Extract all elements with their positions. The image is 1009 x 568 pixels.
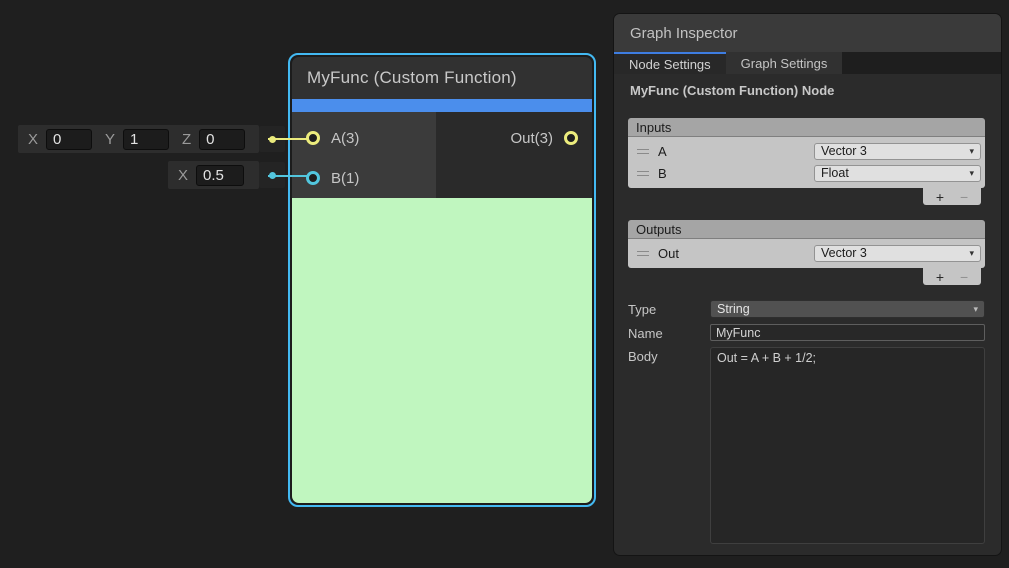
input-b-type-value: Float — [821, 166, 849, 180]
port-out-connector-icon[interactable] — [564, 131, 578, 145]
input-b-name: B — [658, 166, 805, 181]
output-ports-column: Out(3) — [436, 112, 592, 198]
inspector-tab-bar: Node Settings Graph Settings — [614, 52, 1001, 74]
outputs-list-header: Outputs — [628, 220, 985, 239]
name-label: Name — [628, 324, 710, 341]
edge-wire-a[interactable] — [268, 138, 308, 140]
function-properties: Type String ▾ Name Body Out = A + B + 1/… — [628, 300, 985, 544]
drag-handle-icon[interactable] — [637, 251, 649, 256]
remove-output-button[interactable]: − — [960, 270, 968, 284]
input-a-type-dropdown[interactable]: Vector 3 ▾ — [814, 143, 981, 160]
output-out-type-value: Vector 3 — [821, 246, 867, 260]
graph-inspector-panel: Graph Inspector Node Settings Graph Sett… — [614, 14, 1001, 555]
vector-z-group: Z — [182, 129, 249, 150]
name-input[interactable] — [710, 324, 985, 341]
vector-x-label: X — [28, 131, 38, 148]
list-item[interactable]: B Float ▾ — [632, 162, 981, 184]
vector3-value-widget: X Y Z — [18, 125, 259, 153]
inspector-title: Graph Inspector — [630, 25, 738, 42]
vector-z-label: Z — [182, 131, 191, 148]
port-b-connector-icon[interactable] — [306, 171, 320, 185]
custom-function-node[interactable]: MyFunc (Custom Function) A(3) B(1) Out(3… — [288, 53, 596, 507]
type-dropdown[interactable]: String ▾ — [710, 300, 985, 318]
selected-node-heading: MyFunc (Custom Function) Node — [630, 83, 985, 98]
drag-handle-icon[interactable] — [637, 171, 649, 176]
node-ports-area: A(3) B(1) Out(3) — [292, 112, 592, 198]
add-output-button[interactable]: + — [936, 270, 944, 284]
dropdown-arrow-icon: ▾ — [969, 249, 974, 258]
inputs-list-header: Inputs — [628, 118, 985, 137]
port-out-label: Out(3) — [510, 130, 553, 147]
vector-y-group: Y — [105, 129, 172, 150]
list-item[interactable]: Out Vector 3 ▾ — [632, 242, 981, 264]
edge-wire-b[interactable] — [268, 175, 308, 177]
drag-handle-icon[interactable] — [637, 149, 649, 154]
float-x-label: X — [178, 167, 188, 184]
port-row-b: B(1) — [292, 158, 436, 198]
float-value-widget: X — [168, 161, 259, 189]
node-selected-color-bar — [292, 99, 592, 112]
name-row: Name — [628, 324, 985, 341]
type-label: Type — [628, 300, 710, 318]
inputs-list-rows: A Vector 3 ▾ B Float ▾ — [628, 137, 985, 188]
port-a-connector-icon[interactable] — [306, 131, 320, 145]
inputs-list-footer: + − — [628, 188, 985, 205]
output-out-name: Out — [658, 246, 805, 261]
tab-graph-settings[interactable]: Graph Settings — [726, 52, 843, 74]
outputs-header-label: Outputs — [636, 222, 682, 237]
type-value: String — [717, 302, 750, 316]
inputs-list: Inputs A Vector 3 ▾ B Float ▾ — [628, 118, 985, 205]
dropdown-arrow-icon: ▾ — [969, 147, 974, 156]
inspector-body: MyFunc (Custom Function) Node Inputs A V… — [614, 74, 1001, 555]
outputs-list-rows: Out Vector 3 ▾ — [628, 239, 985, 268]
add-input-button[interactable]: + — [936, 190, 944, 204]
node-preview-area[interactable] — [292, 198, 592, 503]
body-row: Body Out = A + B + 1/2; — [628, 347, 985, 544]
port-row-a: A(3) — [292, 118, 436, 158]
vector-z-input[interactable] — [199, 129, 245, 150]
input-a-name: A — [658, 144, 805, 159]
outputs-list: Outputs Out Vector 3 ▾ + − — [628, 220, 985, 285]
type-row: Type String ▾ — [628, 300, 985, 318]
vector-x-input[interactable] — [46, 129, 92, 150]
inspector-title-bar[interactable]: Graph Inspector — [614, 14, 1001, 52]
inputs-header-label: Inputs — [636, 120, 671, 135]
float-x-group: X — [178, 165, 249, 186]
port-a-label: A(3) — [331, 130, 359, 147]
tab-graph-settings-label: Graph Settings — [741, 56, 828, 71]
dropdown-arrow-icon: ▾ — [973, 305, 978, 314]
port-row-out: Out(3) — [436, 118, 592, 158]
tab-node-settings[interactable]: Node Settings — [614, 52, 726, 74]
port-b-label: B(1) — [331, 170, 359, 187]
output-out-type-dropdown[interactable]: Vector 3 ▾ — [814, 245, 981, 262]
tab-node-settings-label: Node Settings — [629, 57, 711, 72]
outputs-list-footer: + − — [628, 268, 985, 285]
inputs-footer-buttons: + − — [923, 188, 981, 205]
input-a-type-value: Vector 3 — [821, 144, 867, 158]
input-b-type-dropdown[interactable]: Float ▾ — [814, 165, 981, 182]
input-ports-column: A(3) B(1) — [292, 112, 436, 198]
vector-y-input[interactable] — [123, 129, 169, 150]
outputs-footer-buttons: + − — [923, 268, 981, 285]
vector-x-group: X — [28, 129, 95, 150]
dropdown-arrow-icon: ▾ — [969, 169, 974, 178]
list-item[interactable]: A Vector 3 ▾ — [632, 140, 981, 162]
node-header[interactable]: MyFunc (Custom Function) — [292, 57, 592, 99]
vector-y-label: Y — [105, 131, 115, 148]
float-x-input[interactable] — [196, 165, 244, 186]
body-label: Body — [628, 347, 710, 544]
node-body: MyFunc (Custom Function) A(3) B(1) Out(3… — [292, 57, 592, 503]
remove-input-button[interactable]: − — [960, 190, 968, 204]
node-title: MyFunc (Custom Function) — [307, 68, 517, 88]
body-code-field[interactable]: Out = A + B + 1/2; — [710, 347, 985, 544]
